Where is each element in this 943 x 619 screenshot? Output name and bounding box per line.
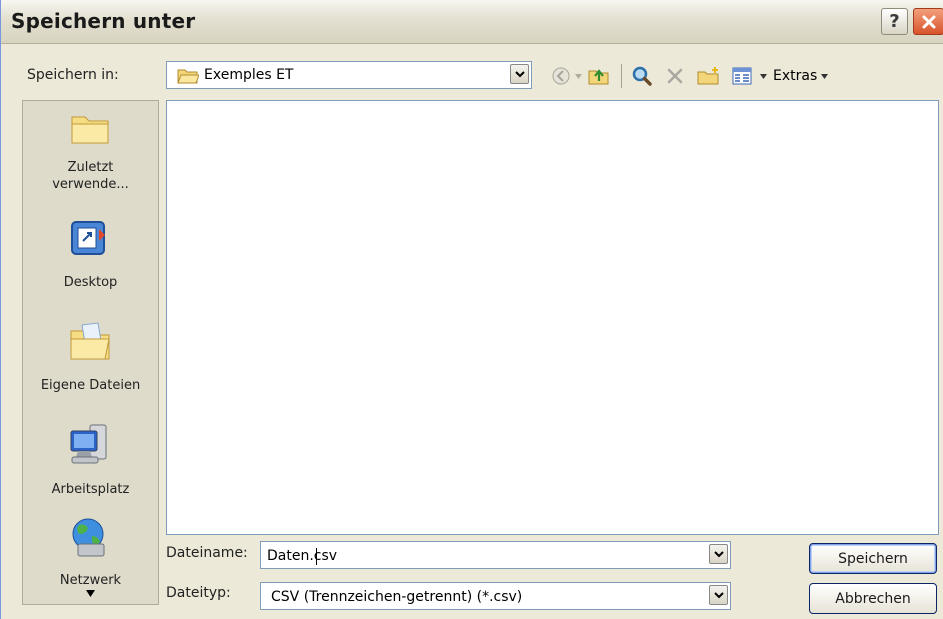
delete-x-icon	[667, 68, 683, 84]
dropdown-arrow-icon	[759, 73, 767, 79]
new-folder-button[interactable]	[694, 63, 724, 89]
place-my-computer-label: Arbeitsplatz	[51, 482, 130, 497]
filetype-label: Dateityp:	[166, 585, 231, 601]
close-button[interactable]	[913, 8, 943, 35]
place-desktop-label: Desktop	[63, 275, 118, 290]
filetype-dropdown-arrow[interactable]	[709, 585, 728, 605]
scroll-down-arrow-icon[interactable]	[86, 590, 95, 597]
place-recent[interactable]: Zuletzt verwende...	[23, 111, 158, 206]
view-grid-icon	[732, 67, 752, 85]
place-my-computer[interactable]: Arbeitsplatz	[23, 423, 158, 503]
filename-dropdown-arrow[interactable]	[709, 544, 728, 564]
save-in-value: Exemples ET	[204, 67, 294, 83]
filetype-value: CSV (Trennzeichen-getrennt) (*.csv)	[271, 589, 523, 605]
back-dropdown[interactable]	[573, 63, 583, 89]
cancel-button[interactable]: Abbrechen	[809, 583, 937, 614]
views-dropdown[interactable]	[758, 63, 768, 89]
places-bar: Zuletzt verwende... Desktop Eigene Datei…	[22, 100, 159, 605]
save-button[interactable]: Speichern	[809, 543, 937, 574]
filename-label: Dateiname:	[166, 545, 248, 561]
text-cursor	[316, 548, 317, 565]
my-computer-icon	[70, 424, 107, 464]
folder-up-icon	[588, 69, 609, 85]
place-my-documents[interactable]: Eigene Dateien	[23, 321, 158, 401]
back-button[interactable]	[548, 63, 574, 89]
help-button[interactable]: ?	[881, 8, 908, 35]
recent-folder-icon	[71, 116, 109, 144]
save-in-dropdown-arrow[interactable]	[510, 64, 529, 84]
save-in-label: Speichern in:	[27, 67, 119, 83]
new-folder-icon	[697, 67, 719, 85]
title-bar[interactable]: Speichern unter ?	[1, 0, 943, 44]
place-network-label: Netzwerk	[59, 573, 122, 588]
dropdown-arrow-icon	[821, 73, 829, 79]
extras-label: Extras	[773, 68, 818, 84]
toolbar-separator	[621, 64, 622, 88]
chevron-down-icon	[514, 71, 525, 78]
search-icon	[632, 66, 652, 86]
network-globe-icon	[72, 518, 105, 557]
my-documents-icon	[70, 322, 110, 360]
filetype-combo[interactable]: CSV (Trennzeichen-getrennt) (*.csv)	[260, 582, 731, 610]
filename-combo[interactable]: Daten.csv	[260, 541, 731, 569]
place-my-documents-label: Eigene Dateien	[40, 378, 141, 393]
place-recent-label-2: verwende...	[52, 177, 129, 192]
back-arrow-icon	[552, 67, 570, 85]
chevron-down-icon	[713, 592, 724, 599]
save-in-combo[interactable]: Exemples ET	[166, 61, 532, 89]
dropdown-arrow-icon	[574, 73, 582, 79]
filename-input[interactable]: Daten.csv	[267, 548, 337, 564]
place-desktop[interactable]: Desktop	[23, 219, 158, 299]
close-icon	[922, 15, 935, 28]
extras-menu-button[interactable]: Extras	[773, 63, 843, 89]
place-network[interactable]: Netzwerk	[23, 516, 158, 604]
file-list[interactable]	[166, 100, 939, 535]
desktop-icon	[71, 221, 105, 255]
up-folder-button[interactable]	[584, 63, 614, 89]
chevron-down-icon	[713, 551, 724, 558]
place-recent-label-1: Zuletzt	[67, 160, 114, 175]
window-title: Speichern unter	[11, 9, 196, 33]
search-web-button[interactable]	[627, 63, 657, 89]
folder-open-icon	[177, 69, 199, 84]
views-button[interactable]	[727, 63, 757, 89]
save-as-dialog: Speichern unter ? Speichern in: Exemples…	[0, 0, 943, 619]
delete-button[interactable]	[661, 63, 689, 89]
help-icon: ?	[889, 11, 900, 32]
